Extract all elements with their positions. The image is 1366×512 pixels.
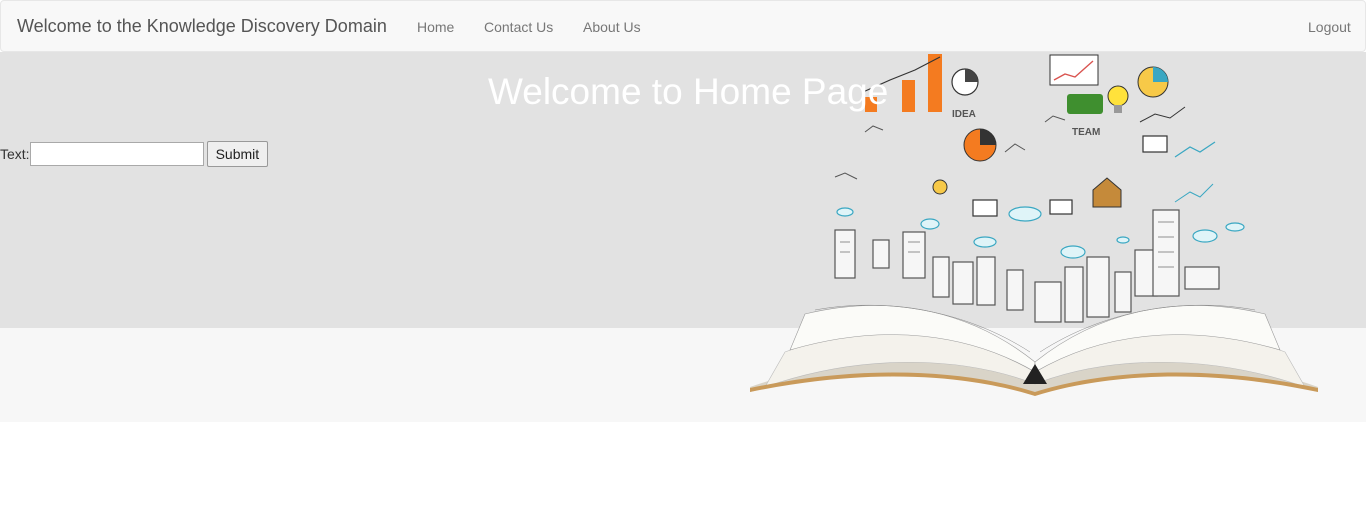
text-input[interactable] [29, 142, 204, 166]
text-label: Text: [0, 146, 30, 162]
svg-text:IDEA: IDEA [952, 109, 976, 120]
nav-home-link[interactable]: Home [417, 19, 454, 35]
navbar: Welcome to the Knowledge Discovery Domai… [0, 0, 1366, 52]
text-form: Text: Submit [0, 141, 269, 167]
brand-title[interactable]: Welcome to the Knowledge Discovery Domai… [17, 16, 387, 37]
svg-text:TEAM: TEAM [1072, 127, 1100, 138]
nav-about-link[interactable]: About Us [583, 19, 641, 35]
submit-button[interactable]: Submit [206, 141, 269, 167]
logout-link[interactable]: Logout [1308, 19, 1351, 35]
page-title: Welcome to Home Page [488, 71, 889, 112]
nav-contact-link[interactable]: Contact Us [484, 19, 553, 35]
